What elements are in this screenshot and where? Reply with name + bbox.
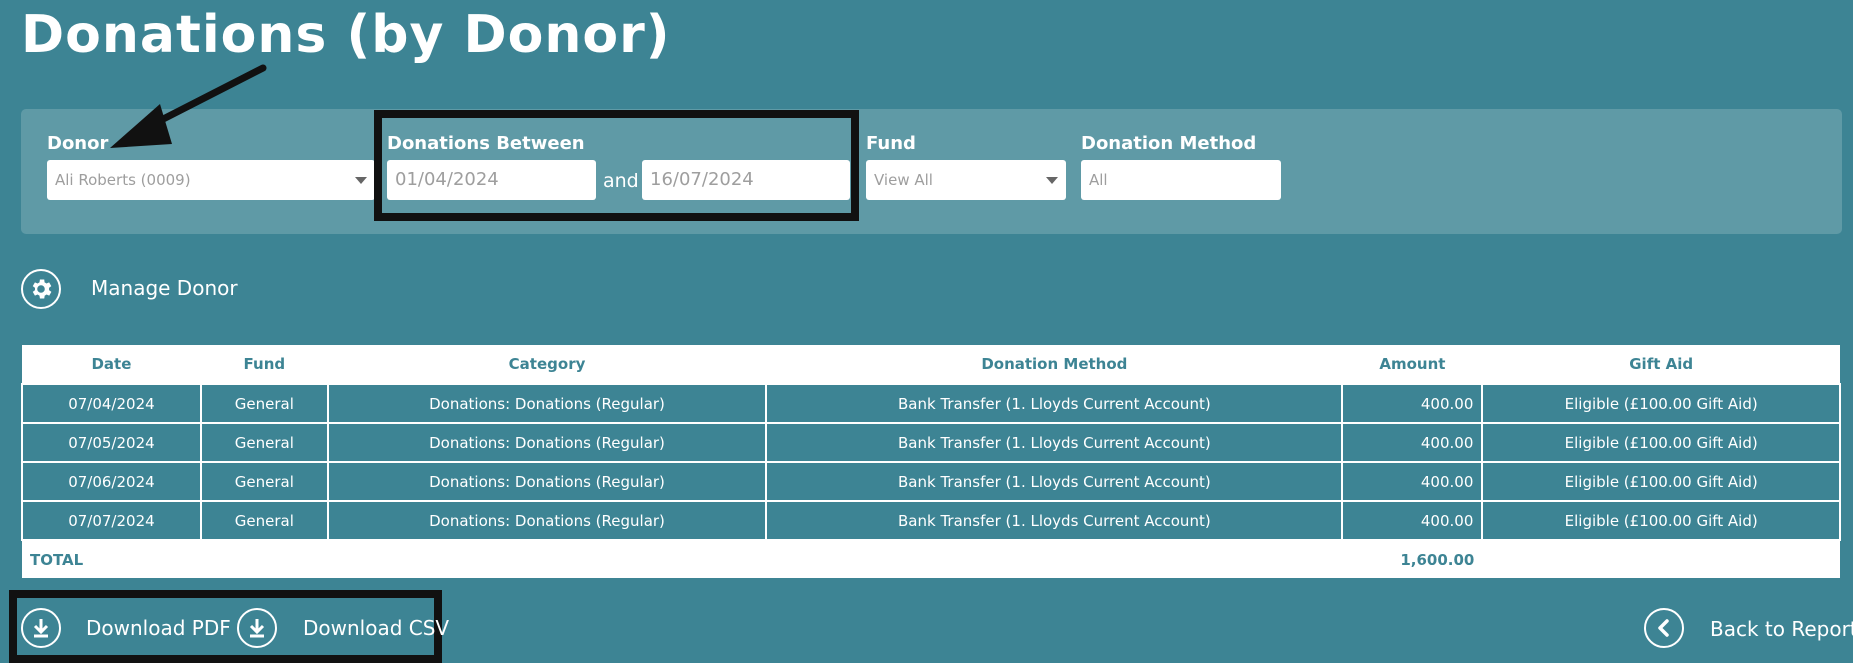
column-header-gift-aid[interactable]: Gift Aid <box>1482 345 1840 384</box>
gear-icon <box>21 269 61 309</box>
date-range-highlight <box>374 110 859 221</box>
cell-fund: General <box>199 383 329 424</box>
filter-panel: Donor Ali Roberts (0009) Donations Betwe… <box>21 109 1842 234</box>
cell-fund: General <box>199 422 329 463</box>
cell-category: Donations: Donations (Regular) <box>326 500 768 541</box>
page-title: Donations (by Donor) <box>21 5 671 65</box>
arrow-annotation <box>110 64 267 148</box>
download-pdf-button[interactable]: Download PDF <box>21 607 231 649</box>
fund-select[interactable]: View All <box>866 160 1066 200</box>
table-row: 07/05/2024 General Donations: Donations … <box>21 422 1841 463</box>
cell-gift-aid: Eligible (£100.00 Gift Aid) <box>1481 383 1841 424</box>
cell-method: Bank Transfer (1. Lloyds Current Account… <box>765 422 1344 463</box>
cell-gift-aid: Eligible (£100.00 Gift Aid) <box>1481 422 1841 463</box>
donation-method-input[interactable]: All <box>1081 160 1281 200</box>
cell-amount: 400.00 <box>1341 461 1484 502</box>
donation-method-value: All <box>1089 171 1108 189</box>
download-icon <box>21 608 61 648</box>
cell-date: 07/06/2024 <box>21 461 202 502</box>
cell-fund: General <box>199 500 329 541</box>
total-label: TOTAL <box>22 540 1343 578</box>
table-header-row: Date Fund Category Donation Method Amoun… <box>22 345 1840 384</box>
cell-category: Donations: Donations (Regular) <box>326 383 768 424</box>
donation-method-label: Donation Method <box>1081 133 1257 154</box>
back-to-reports-label: Back to Reports <box>1710 617 1853 641</box>
column-header-fund[interactable]: Fund <box>200 345 328 384</box>
table-row: 07/06/2024 General Donations: Donations … <box>21 461 1841 502</box>
caret-down-icon <box>1046 177 1058 184</box>
table-total-row: TOTAL 1,600.00 <box>22 540 1840 578</box>
download-icon <box>237 608 277 648</box>
cell-amount: 400.00 <box>1341 500 1484 541</box>
column-header-date[interactable]: Date <box>22 345 201 384</box>
cell-gift-aid: Eligible (£100.00 Gift Aid) <box>1481 461 1841 502</box>
cell-amount: 400.00 <box>1341 383 1484 424</box>
column-header-donation-method[interactable]: Donation Method <box>766 345 1343 384</box>
fund-select-value: View All <box>874 171 933 189</box>
donor-select[interactable]: Ali Roberts (0009) <box>47 160 375 200</box>
fund-label: Fund <box>866 133 916 154</box>
cell-method: Bank Transfer (1. Lloyds Current Account… <box>765 383 1344 424</box>
table-row: 07/07/2024 General Donations: Donations … <box>21 500 1841 541</box>
column-header-category[interactable]: Category <box>327 345 767 384</box>
chevron-left-icon <box>1644 608 1684 648</box>
cell-date: 07/05/2024 <box>21 422 202 463</box>
caret-down-icon <box>355 177 367 184</box>
cell-method: Bank Transfer (1. Lloyds Current Account… <box>765 500 1344 541</box>
cell-category: Donations: Donations (Regular) <box>326 461 768 502</box>
cell-fund: General <box>199 461 329 502</box>
column-header-amount[interactable]: Amount <box>1342 345 1483 384</box>
donor-select-value: Ali Roberts (0009) <box>55 171 191 189</box>
manage-donor-label: Manage Donor <box>91 276 238 300</box>
cell-category: Donations: Donations (Regular) <box>326 422 768 463</box>
total-gift-aid <box>1482 540 1840 578</box>
donations-table: Date Fund Category Donation Method Amoun… <box>21 345 1841 578</box>
table-row: 07/04/2024 General Donations: Donations … <box>21 383 1841 424</box>
back-to-reports-link[interactable]: Back to Reports <box>1644 608 1853 650</box>
cell-method: Bank Transfer (1. Lloyds Current Account… <box>765 461 1344 502</box>
download-csv-button[interactable]: Download CSV <box>237 607 449 649</box>
download-pdf-label: Download PDF <box>86 616 231 640</box>
total-amount: 1,600.00 <box>1342 540 1483 578</box>
cell-amount: 400.00 <box>1341 422 1484 463</box>
download-csv-label: Download CSV <box>303 616 450 640</box>
cell-date: 07/07/2024 <box>21 500 202 541</box>
cell-date: 07/04/2024 <box>21 383 202 424</box>
cell-gift-aid: Eligible (£100.00 Gift Aid) <box>1481 500 1841 541</box>
